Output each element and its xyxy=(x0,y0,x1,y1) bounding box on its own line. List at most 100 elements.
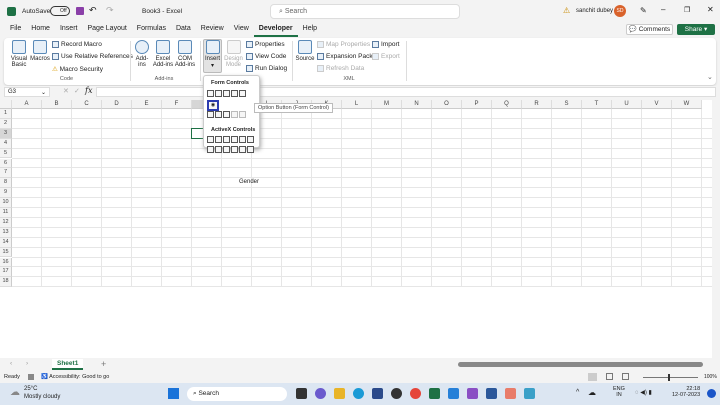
activex-textbox-icon[interactable] xyxy=(231,136,238,143)
notification-badge[interactable] xyxy=(707,389,716,398)
column-header[interactable]: A xyxy=(12,100,42,109)
row-header[interactable]: 16 xyxy=(0,257,12,268)
file-explorer-icon[interactable] xyxy=(334,388,345,399)
activex-image-icon[interactable] xyxy=(231,146,238,153)
tray-chevron-icon[interactable]: ^ xyxy=(576,389,579,396)
select-all-corner[interactable] xyxy=(0,100,12,109)
row-header[interactable]: 6 xyxy=(0,158,12,169)
map-properties-button[interactable]: Map Properties xyxy=(317,41,370,48)
column-header[interactable]: F xyxy=(162,100,192,109)
row-header[interactable]: 2 xyxy=(0,118,12,129)
row-header[interactable]: 12 xyxy=(0,217,12,228)
activex-listbox-icon[interactable] xyxy=(247,136,254,143)
macros-button[interactable]: Macros xyxy=(30,40,50,62)
activex-toggle-icon[interactable] xyxy=(239,146,246,153)
row-header[interactable]: 18 xyxy=(0,277,12,288)
spin-button-control-icon[interactable] xyxy=(231,90,238,97)
column-header[interactable]: E xyxy=(132,100,162,109)
option-button-control-icon[interactable]: ◉ xyxy=(207,100,219,111)
properties-button[interactable]: Properties xyxy=(246,41,285,48)
prev-sheet-icon[interactable]: ‹ xyxy=(10,360,12,367)
activex-option-icon[interactable] xyxy=(215,146,222,153)
taskbar-search[interactable]: ⌕ Search xyxy=(187,387,287,401)
export-button[interactable]: Export xyxy=(372,53,400,60)
row-header[interactable]: 7 xyxy=(0,168,12,179)
enter-icon[interactable]: ✓ xyxy=(74,87,80,95)
run-dialog-button[interactable]: Run Dialog xyxy=(246,65,287,72)
tab-formulas[interactable]: Formulas xyxy=(132,23,171,37)
vertical-scrollbar[interactable] xyxy=(712,100,720,358)
activex-label-icon[interactable] xyxy=(223,146,230,153)
activex-button-icon[interactable] xyxy=(207,136,214,143)
weather-desc[interactable]: Mostly cloudy xyxy=(24,394,60,400)
list-box-control-icon[interactable] xyxy=(239,90,246,97)
tab-home[interactable]: Home xyxy=(26,23,55,37)
paint-icon[interactable] xyxy=(448,388,459,399)
zoom-level[interactable]: 100% xyxy=(704,374,717,380)
task-view-icon[interactable] xyxy=(296,388,307,399)
tab-data[interactable]: Data xyxy=(171,23,196,37)
visual-studio-icon[interactable] xyxy=(467,388,478,399)
tab-view[interactable]: View xyxy=(229,23,254,37)
app-icon[interactable] xyxy=(505,388,516,399)
collapse-ribbon-icon[interactable]: ⌄ xyxy=(707,73,713,81)
tab-file[interactable]: File xyxy=(5,23,26,37)
formula-input[interactable] xyxy=(96,87,716,97)
row-header[interactable]: 4 xyxy=(0,138,12,149)
column-header[interactable]: P xyxy=(462,100,492,109)
row-header[interactable]: 15 xyxy=(0,247,12,258)
column-header[interactable]: L xyxy=(342,100,372,109)
accessibility-status[interactable]: ♿ Accessibility: Good to go xyxy=(41,374,109,380)
tab-page-layout[interactable]: Page Layout xyxy=(82,23,131,37)
column-header[interactable]: W xyxy=(672,100,702,109)
label-control-icon[interactable] xyxy=(215,111,222,118)
addins-button[interactable]: Add-ins xyxy=(132,40,152,68)
redo-icon[interactable]: ↷ xyxy=(106,5,114,16)
excel-taskbar-icon[interactable] xyxy=(429,388,440,399)
restore-button[interactable]: ❐ xyxy=(684,6,690,14)
macro-security-button[interactable]: ⚠ Macro Security xyxy=(52,65,103,73)
row-header[interactable]: 17 xyxy=(0,267,12,278)
text-field-control-icon[interactable] xyxy=(231,111,238,118)
edge-icon[interactable] xyxy=(353,388,364,399)
zoom-slider[interactable] xyxy=(643,374,698,381)
design-mode-button[interactable]: Design Mode xyxy=(223,40,244,68)
tab-insert[interactable]: Insert xyxy=(55,23,83,37)
insert-controls-button[interactable]: Insert ▾ xyxy=(203,39,222,73)
column-header[interactable]: O xyxy=(432,100,462,109)
column-header[interactable]: D xyxy=(102,100,132,109)
row-header[interactable]: 8 xyxy=(0,178,12,189)
macro-record-icon[interactable] xyxy=(28,374,34,380)
language-indicator[interactable]: ENG IN xyxy=(613,386,625,398)
column-header[interactable]: U xyxy=(612,100,642,109)
close-button[interactable]: ✕ xyxy=(707,5,714,14)
com-addins-button[interactable]: COM Add-ins xyxy=(174,40,196,68)
undo-icon[interactable]: ↶ xyxy=(89,5,97,16)
add-sheet-button[interactable]: + xyxy=(101,359,106,369)
windows-start-icon[interactable] xyxy=(168,388,179,399)
column-header[interactable]: R xyxy=(522,100,552,109)
relative-references-button[interactable]: Use Relative References xyxy=(52,53,133,60)
cancel-icon[interactable]: ✕ xyxy=(63,87,69,95)
row-header[interactable]: 1 xyxy=(0,109,12,119)
row-header[interactable]: 9 xyxy=(0,188,12,199)
share-button[interactable]: Share ▾ xyxy=(677,24,715,35)
excel-addins-button[interactable]: Excel Add-ins xyxy=(152,40,174,68)
network-volume-battery-icons[interactable]: ◌ ◀) ▮ xyxy=(635,389,652,396)
sheet-tab-sheet1[interactable]: Sheet1 xyxy=(52,359,84,370)
save-icon[interactable] xyxy=(76,7,84,15)
record-macro-button[interactable]: Record Macro xyxy=(52,41,102,48)
checkbox-control-icon[interactable] xyxy=(223,90,230,97)
activex-checkbox-icon[interactable] xyxy=(223,136,230,143)
import-button[interactable]: Import xyxy=(372,41,399,48)
visual-basic-button[interactable]: Visual Basic xyxy=(8,40,30,68)
activex-spin-icon[interactable] xyxy=(207,146,214,153)
column-header[interactable]: V xyxy=(642,100,672,109)
search-box[interactable]: ⌕ Search xyxy=(270,4,460,19)
refresh-data-button[interactable]: Refresh Data xyxy=(317,65,364,72)
column-header[interactable]: C xyxy=(72,100,102,109)
column-header[interactable]: S xyxy=(552,100,582,109)
horizontal-scrollbar[interactable] xyxy=(458,362,703,367)
normal-view-button[interactable] xyxy=(588,373,597,381)
pen-icon[interactable]: ✎ xyxy=(640,6,647,15)
